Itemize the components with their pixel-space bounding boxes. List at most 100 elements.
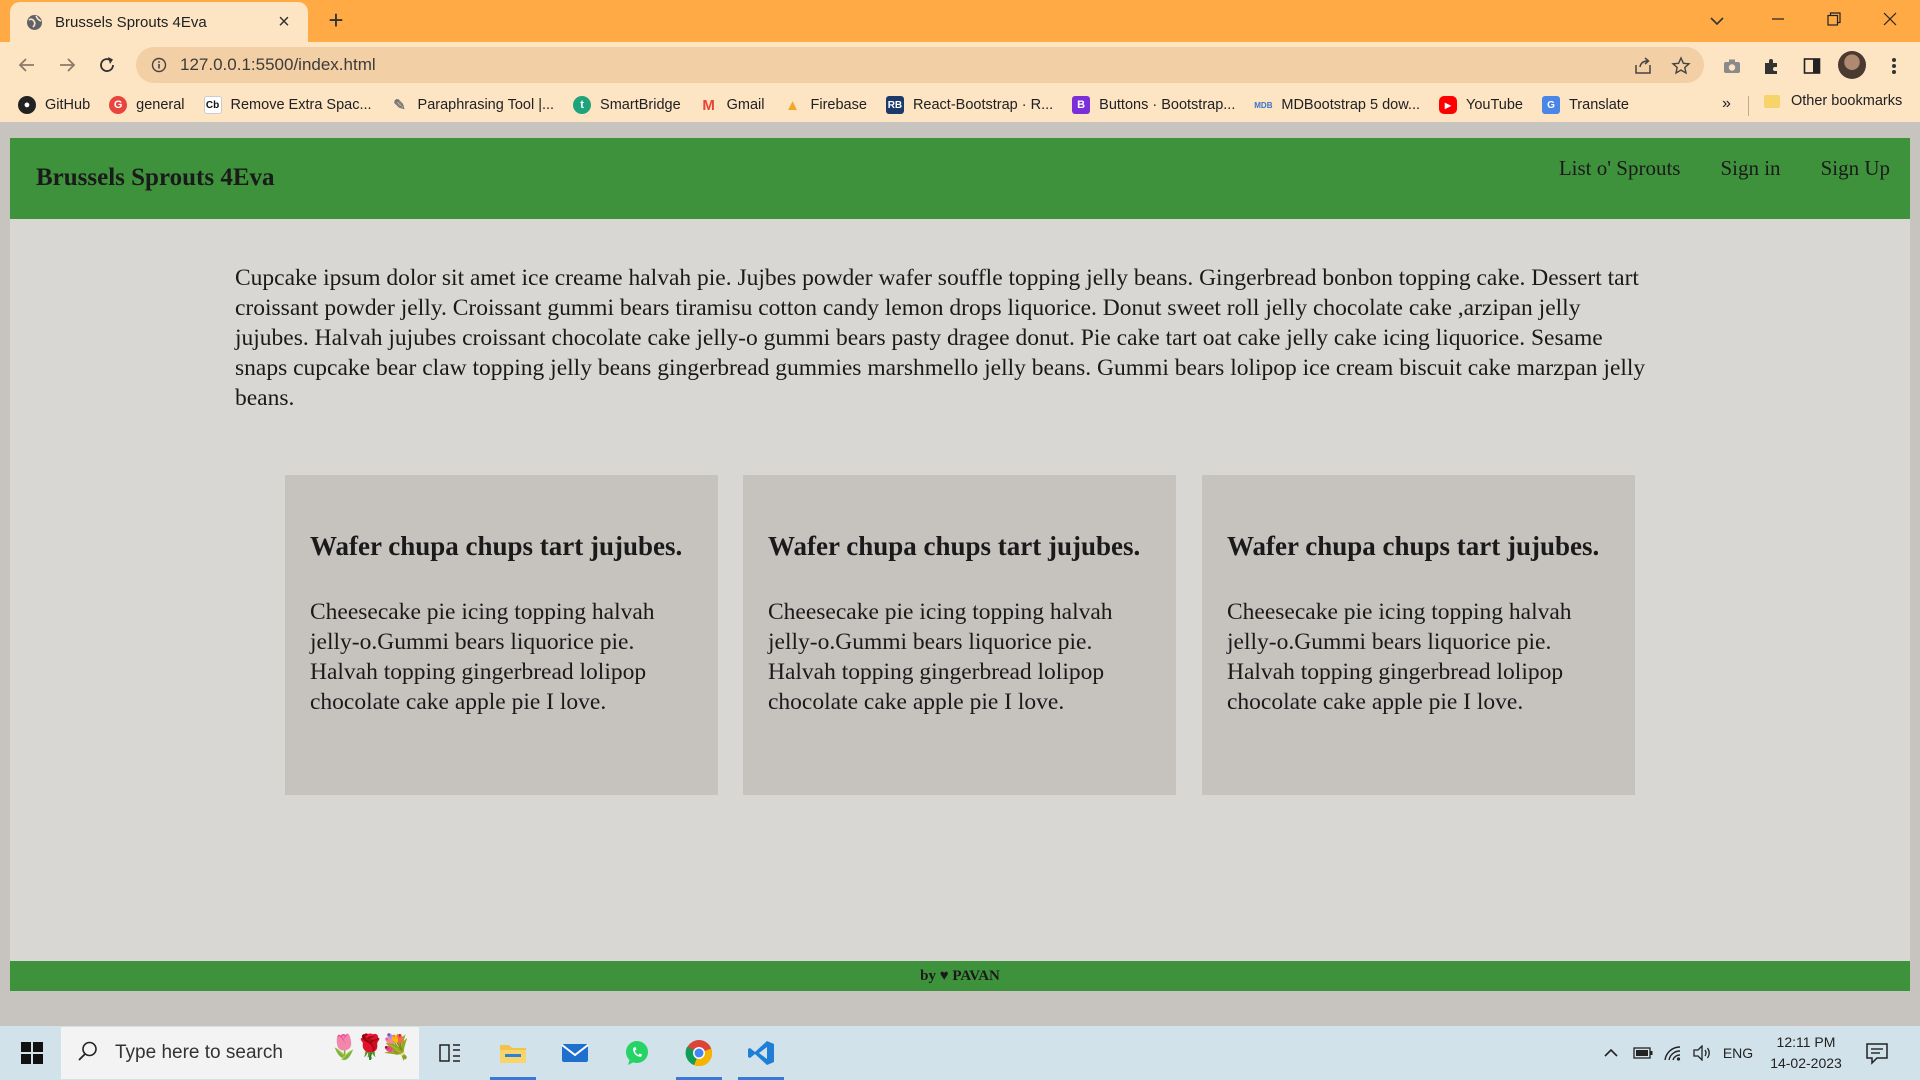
notification-icon[interactable] bbox=[1864, 1040, 1890, 1066]
task-view-icon[interactable] bbox=[421, 1026, 479, 1080]
globe-icon bbox=[26, 14, 43, 31]
browser-tab[interactable]: Brussels Sprouts 4Eva × bbox=[10, 2, 308, 42]
bookmark-label: SmartBridge bbox=[600, 97, 681, 113]
more-bookmarks-button[interactable]: » bbox=[1722, 95, 1731, 113]
mdb-icon: MDB bbox=[1254, 100, 1273, 110]
system-clock[interactable]: 12:11 PM 14-02-2023 bbox=[1760, 1032, 1852, 1074]
close-tab-icon[interactable]: × bbox=[274, 12, 294, 32]
bookmark-github[interactable]: ● GitHub bbox=[18, 96, 90, 114]
search-icon bbox=[77, 1040, 99, 1067]
firebase-icon: ▲ bbox=[785, 96, 800, 114]
bookmark-label: React-Bootstrap · R... bbox=[912, 97, 1054, 113]
volume-icon[interactable] bbox=[1690, 1041, 1714, 1065]
card-body: Cheesecake pie icing topping halvah jell… bbox=[1227, 599, 1572, 715]
bookmark-gmail[interactable]: M Gmail bbox=[700, 96, 765, 114]
feature-card: Wafer chupa chups tart jujubes. Cheeseca… bbox=[743, 475, 1176, 795]
page-viewport: Brussels Sprouts 4Eva List o' Sprouts Si… bbox=[10, 138, 1910, 991]
taskbar-search[interactable]: Type here to search 🌷🌹💐 bbox=[61, 1027, 419, 1079]
chevron-down-icon[interactable] bbox=[1705, 9, 1729, 33]
more-menu-icon[interactable] bbox=[1882, 54, 1906, 78]
youtube-icon: ▶ bbox=[1439, 96, 1457, 114]
bookmark-youtube[interactable]: ▶ YouTube bbox=[1439, 96, 1523, 114]
bookmark-remove-extra-spaces[interactable]: Cb Remove Extra Spac... bbox=[203, 96, 372, 114]
new-tab-button[interactable]: + bbox=[322, 7, 350, 35]
browser-toolbar: 127.0.0.1:5500/index.html bbox=[0, 42, 1920, 88]
back-button[interactable] bbox=[12, 50, 42, 80]
translate-icon: G bbox=[1541, 96, 1560, 114]
close-window-button[interactable] bbox=[1862, 0, 1918, 38]
bookmark-translate[interactable]: G Translate bbox=[1541, 96, 1629, 114]
bookmark-smartbridge[interactable]: t SmartBridge bbox=[573, 96, 681, 114]
bookmark-general[interactable]: Ggeneral bbox=[109, 96, 185, 114]
clock-time: 12:11 PM bbox=[1776, 1034, 1836, 1050]
star-icon[interactable] bbox=[1670, 55, 1692, 77]
vscode-icon[interactable] bbox=[732, 1026, 790, 1080]
bookmark-bootstrap-buttons[interactable]: B Buttons · Bootstrap... bbox=[1072, 96, 1235, 114]
battery-icon[interactable] bbox=[1632, 1041, 1654, 1065]
intro-paragraph: Cupcake ipsum dolor sit amet ice creame … bbox=[235, 265, 1646, 411]
react-bootstrap-icon: RB bbox=[885, 96, 904, 114]
feature-card: Wafer chupa chups tart jujubes. Cheeseca… bbox=[1202, 475, 1635, 795]
restore-button[interactable] bbox=[1806, 0, 1862, 38]
wifi-icon[interactable] bbox=[1662, 1041, 1684, 1065]
site-brand[interactable]: Brussels Sprouts 4Eva bbox=[36, 164, 275, 192]
feature-card: Wafer chupa chups tart jujubes. Cheeseca… bbox=[285, 475, 718, 795]
other-bookmarks-label: Other bookmarks bbox=[1791, 93, 1903, 109]
url-text: 127.0.0.1:5500/index.html bbox=[180, 55, 376, 74]
bookmark-label: Firebase bbox=[810, 97, 867, 113]
mail-icon[interactable] bbox=[546, 1026, 604, 1080]
gmail-icon: M bbox=[702, 96, 715, 114]
flowers-icon: 🌷🌹💐 bbox=[329, 1034, 411, 1061]
card-body: Cheesecake pie icing topping halvah jell… bbox=[310, 599, 655, 715]
file-explorer-icon[interactable] bbox=[484, 1026, 542, 1080]
windows-taskbar: Type here to search 🌷🌹💐 ENG 12:11 PM 14-… bbox=[0, 1026, 1920, 1080]
nav-links: List o' Sprouts Sign in Sign Up bbox=[1519, 156, 1890, 181]
card-title: Wafer chupa chups tart jujubes. bbox=[1227, 531, 1600, 561]
profile-avatar[interactable] bbox=[1838, 51, 1866, 79]
bookmark-label: general bbox=[136, 97, 185, 113]
tab-strip: Brussels Sprouts 4Eva × + bbox=[0, 0, 1920, 42]
address-bar[interactable]: 127.0.0.1:5500/index.html bbox=[136, 47, 1704, 83]
info-icon[interactable] bbox=[150, 56, 168, 74]
windows-start-button[interactable] bbox=[8, 1026, 56, 1080]
bookmark-label: MDBootstrap 5 dow... bbox=[1281, 97, 1420, 113]
pen-icon: ✎ bbox=[393, 97, 406, 114]
card-title: Wafer chupa chups tart jujubes. bbox=[768, 531, 1141, 561]
reload-button[interactable] bbox=[92, 50, 122, 80]
bookmark-label: Translate bbox=[1568, 97, 1629, 113]
tab-title: Brussels Sprouts 4Eva bbox=[55, 13, 207, 31]
bookmark-label: GitHub bbox=[45, 97, 91, 113]
other-bookmarks-button[interactable]: Other bookmarks bbox=[1764, 93, 1902, 109]
side-panel-icon[interactable] bbox=[1800, 54, 1824, 78]
bookmark-mdbootstrap[interactable]: MDB MDBootstrap 5 dow... bbox=[1254, 96, 1420, 114]
smartbridge-icon: t bbox=[573, 96, 592, 114]
cb-icon: Cb bbox=[203, 96, 222, 114]
language-indicator[interactable]: ENG bbox=[1722, 1041, 1754, 1065]
bootstrap-icon: B bbox=[1072, 96, 1091, 114]
bookmarks-bar: ● GitHub Ggeneral Cb Remove Extra Spac... … bbox=[0, 88, 1920, 122]
whatsapp-icon[interactable] bbox=[608, 1026, 666, 1080]
bookmark-label: Gmail bbox=[726, 97, 765, 113]
nav-link-sprouts[interactable]: List o' Sprouts bbox=[1559, 156, 1681, 181]
bookmark-label: Buttons · Bootstrap... bbox=[1099, 97, 1236, 113]
nav-link-sign-in[interactable]: Sign in bbox=[1720, 156, 1780, 181]
card-title: Wafer chupa chups tart jujubes. bbox=[310, 531, 683, 561]
bookmarks-divider bbox=[1748, 96, 1749, 116]
bookmark-label: YouTube bbox=[1466, 97, 1523, 113]
camera-icon[interactable] bbox=[1720, 54, 1744, 78]
share-icon[interactable] bbox=[1632, 55, 1654, 77]
nav-link-sign-up[interactable]: Sign Up bbox=[1821, 156, 1890, 181]
bookmark-label: Paraphrasing Tool |... bbox=[417, 97, 555, 113]
extensions-icon[interactable] bbox=[1760, 54, 1784, 78]
folder-icon bbox=[1764, 94, 1780, 108]
github-icon: ● bbox=[18, 96, 36, 114]
bookmark-firebase[interactable]: ▲ Firebase bbox=[784, 96, 867, 114]
clock-date: 14-02-2023 bbox=[1770, 1055, 1842, 1071]
forward-button[interactable] bbox=[52, 50, 82, 80]
chrome-icon[interactable] bbox=[670, 1026, 728, 1080]
site-footer: by ♥ PAVAN bbox=[10, 961, 1910, 991]
minimize-button[interactable] bbox=[1750, 0, 1806, 38]
chevron-up-icon[interactable] bbox=[1600, 1041, 1622, 1065]
bookmark-paraphrasing-tool[interactable]: ✎ Paraphrasing Tool |... bbox=[391, 96, 555, 114]
bookmark-react-bootstrap[interactable]: RB React-Bootstrap · R... bbox=[885, 96, 1054, 114]
